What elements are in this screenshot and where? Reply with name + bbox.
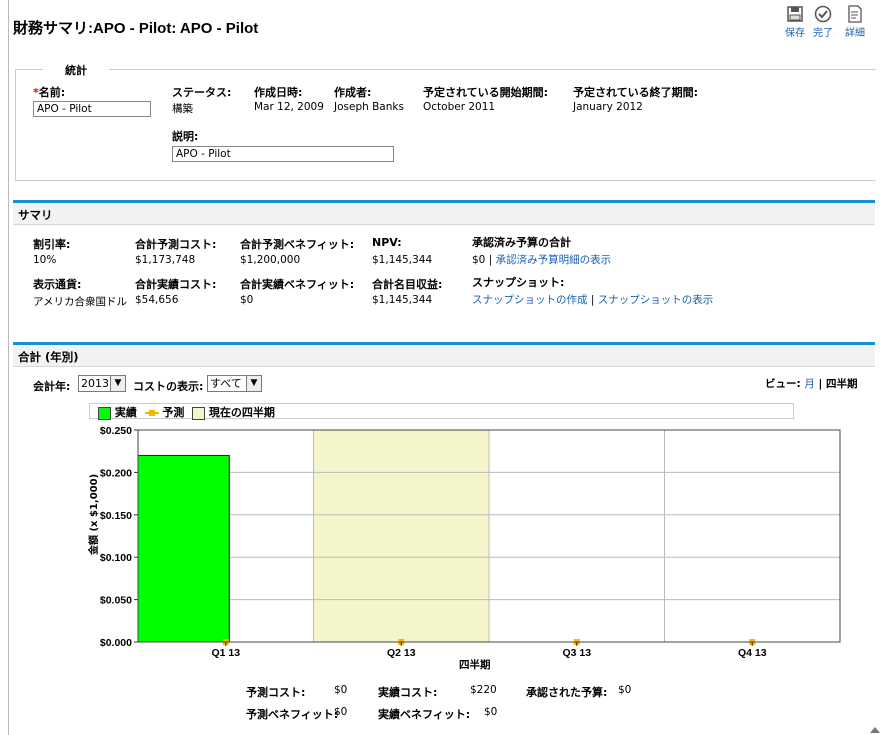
created-by-label: 作成者: — [334, 86, 372, 99]
footer-actual-cost-label: 実績コスト: — [378, 686, 438, 699]
created-by-value: Joseph Banks — [334, 101, 404, 113]
legend-current-quarter-swatch — [192, 406, 206, 420]
cost-display-label: コストの表示: — [133, 380, 204, 393]
legend-current-quarter-label: 現在の四半期 — [208, 406, 275, 419]
footer-forecast-cost-label: 予測コスト: — [246, 686, 306, 699]
total-actual-benefit-value: $0 — [240, 294, 254, 306]
approved-budget-details-link[interactable]: 承認済み予算明細の表示 — [496, 254, 612, 266]
done-label: 完了 — [813, 28, 833, 39]
footer-forecast-cost-value: $0 — [334, 684, 348, 696]
save-icon — [787, 6, 803, 22]
approved-budget-total-row: $0 | 承認済み予算明細の表示 — [472, 252, 611, 267]
total-forecast-benefit-value: $1,200,000 — [240, 254, 301, 266]
legend-forecast-label: 予測 — [162, 406, 185, 419]
view-separator: | — [814, 378, 827, 390]
snapshot-separator: | — [587, 294, 598, 306]
fiscal-year-selected: 2013 — [81, 377, 109, 390]
name-input[interactable]: APO - Pilot — [33, 101, 151, 117]
y-axis-label: 金額 (x $1,000) — [89, 473, 100, 555]
view-switcher: ビュー: 月 | 四半期 — [765, 376, 858, 391]
status-label: ステータス: — [172, 86, 232, 99]
fiscal-year-select[interactable]: 2013 ▼ — [78, 375, 126, 392]
view-snapshot-link[interactable]: スナップショットの表示 — [598, 294, 714, 306]
footer-actual-cost-value: $220 — [470, 684, 497, 696]
view-quarter-current: 四半期 — [826, 378, 858, 390]
legend-actual-swatch — [98, 406, 111, 420]
approved-budget-total-value: $0 | — [472, 254, 493, 266]
footer-actual-benefit-value: $0 — [484, 706, 498, 718]
snapshot-label: スナップショット: — [472, 276, 565, 289]
chart-legend: 実績 予測 現在の四半期 — [89, 403, 794, 420]
status-value: 構築 — [172, 103, 193, 115]
npv-label: NPV: — [372, 236, 402, 249]
create-snapshot-link[interactable]: スナップショットの作成 — [472, 294, 588, 306]
display-currency-label: 表示通貨: — [33, 278, 82, 291]
scroll-up-arrow-icon[interactable] — [870, 727, 880, 733]
cost-display-selected: すべて — [210, 377, 242, 390]
save-label: 保存 — [785, 28, 805, 39]
total-forecast-cost-value: $1,173,748 — [135, 254, 196, 266]
discount-rate-label: 割引率: — [33, 238, 71, 251]
chevron-down-icon: ▼ — [110, 376, 125, 391]
planned-end-label: 予定されている終了期間: — [573, 86, 699, 99]
description-input[interactable]: APO - Pilot — [172, 146, 394, 162]
done-button[interactable]: 完了 — [808, 5, 838, 39]
page-title: 財務サマリ:APO - Pilot: APO - Pilot — [13, 20, 259, 37]
planned-end-value: January 2012 — [573, 101, 643, 113]
total-actual-cost-value: $54,656 — [135, 294, 179, 306]
x-axis-label: 四半期 — [459, 659, 491, 671]
cost-display-select[interactable]: すべて ▼ — [207, 375, 262, 392]
discount-rate-value: 10% — [33, 254, 57, 266]
footer-approved-budget-value: $0 — [618, 684, 632, 696]
details-button[interactable]: 詳細 — [840, 5, 870, 39]
total-forecast-cost-label: 合計予測コスト: — [135, 238, 217, 251]
stats-legend: 統計 — [43, 62, 109, 78]
summary-heading: サマリ — [13, 203, 875, 225]
totals-heading: 合計 (年別) — [13, 345, 875, 367]
planned-start-value: October 2011 — [423, 101, 496, 113]
total-actual-cost-label: 合計実績コスト: — [135, 278, 217, 291]
footer-approved-budget-label: 承認された予算: — [526, 686, 608, 699]
approved-budget-total-label: 承認済み予算の合計 — [472, 236, 571, 249]
save-button[interactable]: 保存 — [780, 5, 810, 39]
footer-forecast-benefit-label: 予測ベネフィット: — [246, 708, 339, 721]
total-nominal-return-value: $1,145,344 — [372, 294, 433, 306]
total-forecast-benefit-label: 合計予測ベネフィット: — [240, 238, 355, 251]
total-nominal-return-label: 合計名目収益: — [372, 278, 443, 291]
created-date-value: Mar 12, 2009 — [254, 101, 324, 113]
created-date-label: 作成日時: — [254, 86, 303, 99]
planned-start-label: 予定されている開始期間: — [423, 86, 549, 99]
name-label: *名前: — [33, 86, 66, 99]
total-actual-benefit-label: 合計実績ベネフィット: — [240, 278, 355, 291]
check-circle-icon — [814, 5, 832, 23]
chevron-down-icon: ▼ — [246, 376, 261, 391]
display-currency-value: アメリカ合衆国ドル — [33, 296, 127, 308]
details-icon — [848, 5, 862, 23]
description-label: 説明: — [172, 130, 199, 143]
details-label: 詳細 — [845, 28, 865, 39]
view-label: ビュー: — [765, 378, 801, 390]
npv-value: $1,145,344 — [372, 254, 433, 266]
legend-actual-label: 実績 — [114, 406, 137, 419]
fiscal-year-label: 会計年: — [33, 380, 71, 393]
legend-forecast-swatch — [144, 408, 159, 418]
view-month-link[interactable]: 月 — [804, 378, 815, 390]
footer-actual-benefit-label: 実績ベネフィット: — [378, 708, 471, 721]
footer-forecast-benefit-value: $0 — [334, 706, 348, 718]
snapshot-links: スナップショットの作成 | スナップショットの表示 — [472, 292, 713, 307]
